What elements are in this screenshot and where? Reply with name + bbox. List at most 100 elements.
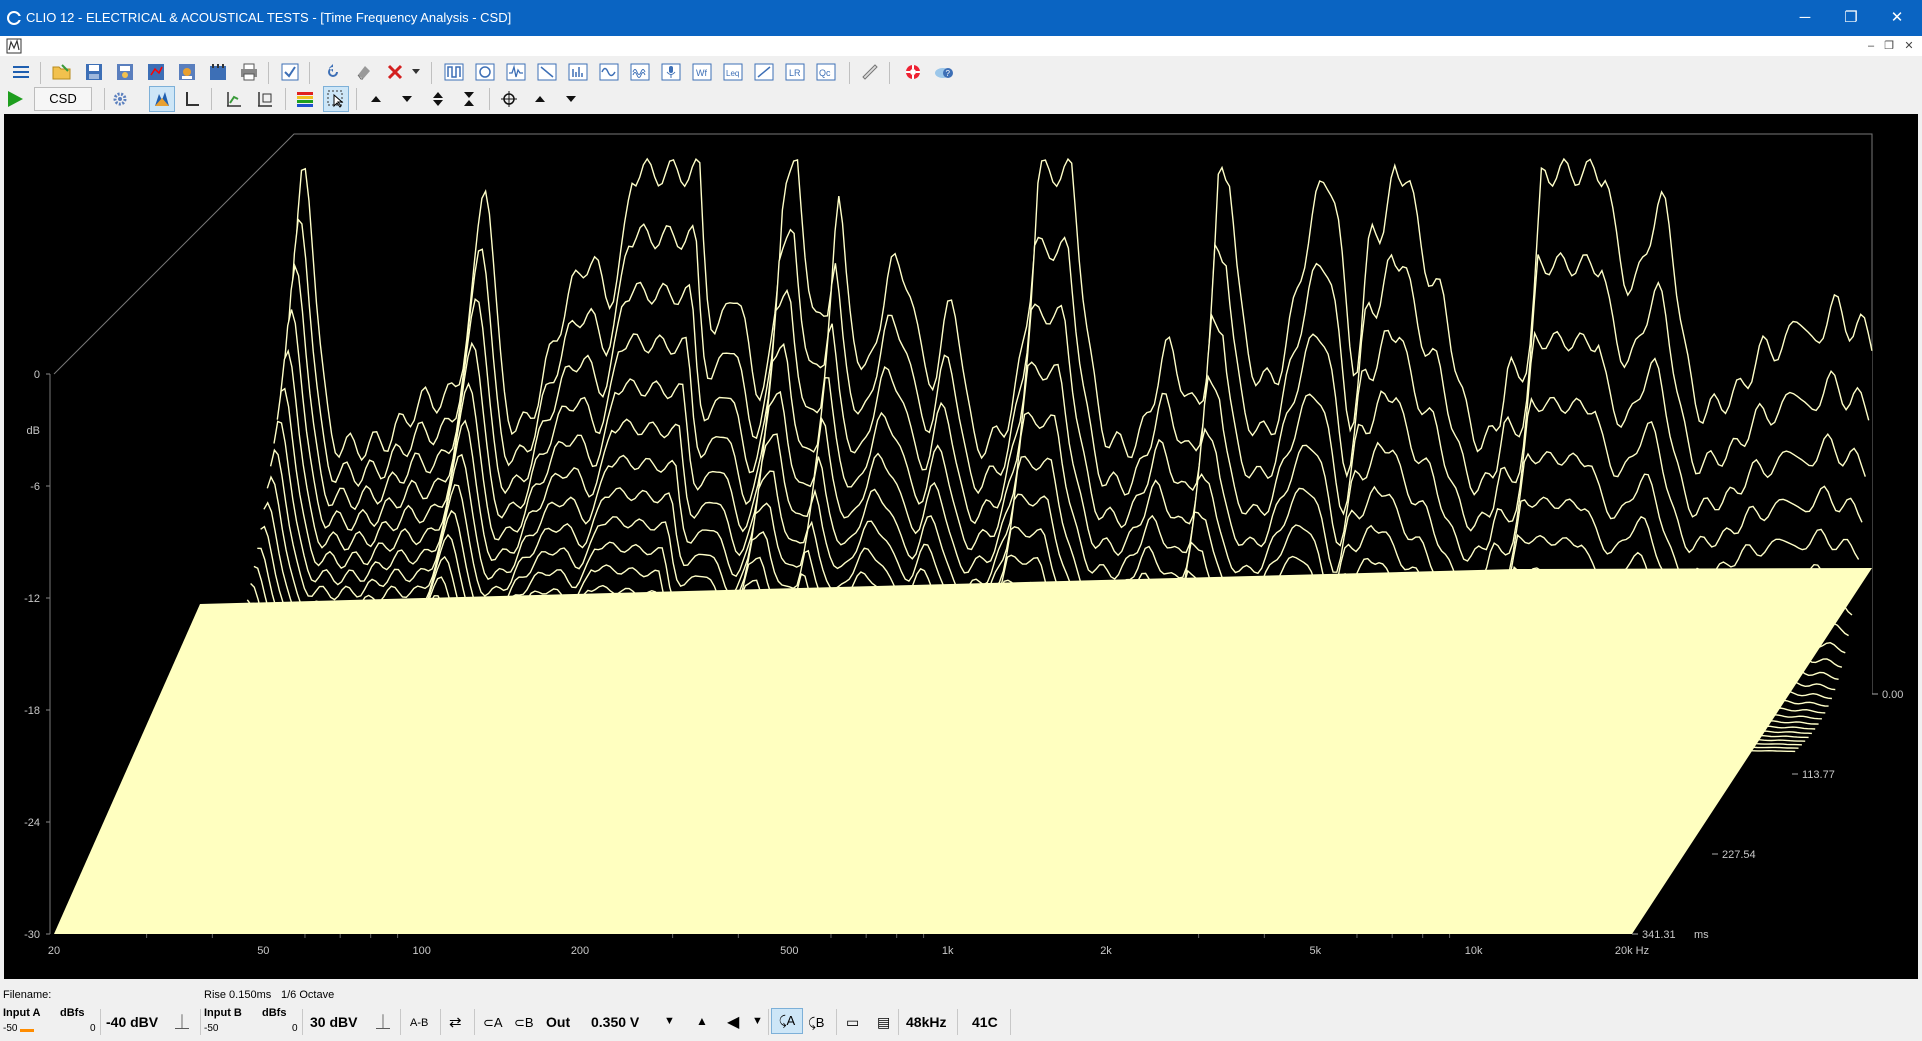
undo-icon[interactable] [321,60,345,84]
waveform-icon[interactable] [504,60,528,84]
mls-analysis-icon[interactable] [442,60,466,84]
clio-app-icon [7,11,21,25]
speaker-dropdown-icon[interactable]: ▼ [752,1015,763,1027]
svg-text:Wf: Wf [696,68,707,78]
open-file-icon[interactable] [50,60,74,84]
overlay-manager-icon[interactable] [253,87,277,111]
x-tick-label: 10k [1465,945,1483,957]
status-divider [836,1009,837,1035]
y-tick-label: -18 [24,705,40,717]
sinusoidal-analysis-icon[interactable] [473,60,497,84]
output-level[interactable]: 0.350 V [591,1014,639,1030]
checklist-icon[interactable] [278,60,302,84]
input-a-polarity-icon[interactable]: ⏊ [175,1012,189,1032]
mdi-restore-button[interactable]: ❐ [1880,37,1898,55]
scale-up-icon[interactable] [364,87,388,111]
menu-icon[interactable] [9,60,33,84]
microphone-icon[interactable] [659,60,683,84]
print-icon[interactable] [237,60,261,84]
mdi-bar: – ❐ ✕ [0,36,1922,56]
y-tick-label: -6 [30,481,40,493]
cursor-select-icon[interactable] [323,86,349,112]
y-tick-label: -30 [24,929,40,941]
time-tick-label: 227.54 [1722,849,1756,861]
online-help-icon[interactable]: ? [932,60,956,84]
time-frequency-icon[interactable] [628,60,652,84]
expand-range-icon[interactable] [426,87,450,111]
export-icon[interactable] [144,60,168,84]
notes-icon[interactable] [206,60,230,84]
phantom-a-icon[interactable]: ⊂A [483,1015,503,1031]
mdi-close-button[interactable]: ✕ [1900,37,1918,55]
toolbar-separator [268,62,269,84]
status-divider [100,1009,101,1035]
input-b-polarity-icon[interactable]: ⏊ [376,1012,390,1032]
speaker-icon[interactable]: ◀ [727,1012,739,1032]
impedance-b-icon[interactable]: ⤹B [808,1015,824,1031]
delete-dropdown-icon[interactable] [410,60,422,84]
play-icon[interactable] [3,87,27,111]
measure-icon[interactable] [752,60,776,84]
status-divider [768,1009,769,1035]
toolbar-separator [431,62,432,84]
x-tick-label: 2k [1100,945,1112,957]
quality-control-icon[interactable]: Qc [814,60,838,84]
x-tick-label: 500 [780,945,798,957]
mode-selector[interactable]: CSD [34,87,92,111]
fft-icon[interactable] [566,60,590,84]
image-export-icon[interactable] [175,60,199,84]
time-axis-unit: ms [1694,929,1709,941]
toolbar-separator [309,62,310,84]
toolbar-separator [40,62,41,84]
y-tick-label: -12 [24,593,40,605]
generator-up-icon[interactable]: ▲ [696,1014,708,1028]
input-a-range[interactable]: -40 dBV [106,1014,158,1030]
time-tick-label: 341.31 [1642,929,1676,941]
save-all-icon[interactable] [113,60,137,84]
hardware-icon[interactable]: ▤ [877,1014,890,1031]
linearity-icon[interactable] [535,60,559,84]
axis-icon[interactable] [180,87,204,111]
close-button[interactable]: ✕ [1874,0,1920,36]
toolbar-separator [356,88,357,110]
mdi-minimize-button[interactable]: – [1862,37,1880,55]
eraser-icon[interactable] [352,60,376,84]
restore-button[interactable]: ❐ [1828,0,1874,36]
marker-up-icon[interactable] [528,87,552,111]
save-icon[interactable] [82,60,106,84]
color-scale-icon[interactable] [293,87,317,111]
status-divider [474,1009,475,1035]
ruler-icon[interactable] [858,60,882,84]
help-lifebuoy-icon[interactable] [901,60,925,84]
input-b-min: -50 [204,1023,219,1034]
filename-label: Filename: [3,989,52,1001]
device-icon[interactable]: ▭ [846,1014,859,1031]
wow-flutter-icon[interactable]: Wf [690,60,714,84]
input-b-label: Input B [204,1007,242,1019]
delete-icon[interactable] [383,60,407,84]
csd-waterfall-graph[interactable]: 0 -6 -12 -18 -24 -30 dB 20 50 100 200 500 1k 2k 5k 10k 2… [4,114,1918,979]
svg-text:Leq: Leq [726,69,739,78]
marker-down-icon[interactable] [559,87,583,111]
toolbar-separator [285,88,286,110]
settings-icon[interactable] [108,87,132,111]
sine-generator-icon[interactable] [597,60,621,84]
phantom-b-icon[interactable]: ⊂B [514,1015,534,1031]
waterfall-view-icon[interactable] [149,86,175,112]
compress-range-icon[interactable] [457,87,481,111]
document-icon[interactable] [6,38,22,54]
scale-down-icon[interactable] [395,87,419,111]
leq-icon[interactable]: Leq [721,60,745,84]
input-b-range[interactable]: 30 dBV [310,1014,357,1030]
crosshair-marker-icon[interactable] [497,87,521,111]
minimize-button[interactable]: ─ [1782,0,1828,36]
load-overlay-icon[interactable] [222,87,246,111]
output-level-dropdown-icon[interactable]: ▼ [664,1015,675,1027]
impedance-a-icon[interactable]: ⤹A [771,1008,803,1034]
input-a-min: -50 [3,1023,18,1034]
x-tick-label: 200 [571,945,589,957]
loop-icon[interactable]: ⇄ [449,1013,462,1031]
lr-icon[interactable]: LR [783,60,807,84]
a-minus-b-button[interactable]: A-B [410,1017,428,1029]
sample-rate[interactable]: 48kHz [906,1014,946,1030]
